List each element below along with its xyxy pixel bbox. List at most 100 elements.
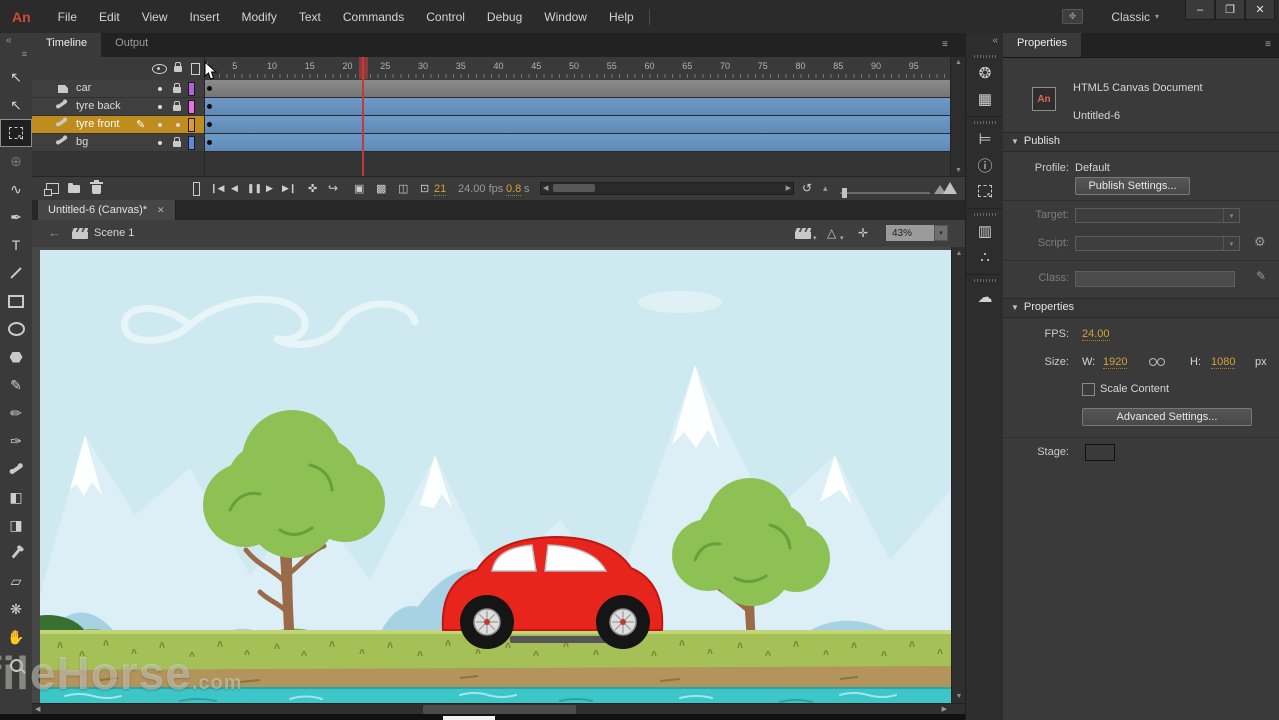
motion-presets-panel-icon[interactable]: ∴ <box>966 244 1004 270</box>
height-value[interactable]: 1080 <box>1211 356 1235 369</box>
layer-outline-color-swatch[interactable] <box>188 136 195 150</box>
modify-markers-icon[interactable]: ⊡ <box>420 182 429 195</box>
zoom-level-caret[interactable]: ▾ <box>934 225 948 241</box>
line-tool[interactable] <box>0 259 32 287</box>
menu-window[interactable]: Window <box>533 10 598 24</box>
loop-playback-icon[interactable]: ↪ <box>328 181 338 195</box>
properties-panel-menu-icon[interactable]: ≡ <box>1265 39 1271 50</box>
target-dropdown[interactable]: ▾ <box>1075 208 1240 223</box>
stage-scroll-thumb[interactable] <box>423 705 576 714</box>
rectangle-tool[interactable] <box>0 287 32 315</box>
dock-grip[interactable] <box>974 121 996 124</box>
dock-grip[interactable] <box>974 55 996 58</box>
paint-brush-tool[interactable]: ✑ <box>0 427 32 455</box>
center-stage-icon[interactable]: ✛ <box>858 226 868 240</box>
free-transform-tool[interactable] <box>0 119 32 147</box>
frame-size-slider-thumb[interactable] <box>842 188 847 198</box>
menu-insert[interactable]: Insert <box>179 10 231 24</box>
bone-tool[interactable] <box>0 455 32 483</box>
pencil-tool[interactable]: ✎ <box>0 371 32 399</box>
script-wrench-icon[interactable]: ⚙ <box>1254 234 1266 250</box>
layer-lock-icon[interactable] <box>173 141 181 147</box>
playhead-line[interactable] <box>362 57 364 176</box>
transform-panel-icon[interactable] <box>966 178 1004 204</box>
center-playhead-icon[interactable]: ✜ <box>308 182 317 195</box>
go-to-last-frame-button[interactable]: ▶❙ <box>282 183 296 194</box>
stage-color-swatch[interactable] <box>1085 444 1115 461</box>
edit-symbols-caret-icon[interactable]: ▾ <box>840 234 844 242</box>
paint-bucket-tool[interactable]: ◧ <box>0 483 32 511</box>
frame-span-tyre-back[interactable] <box>204 98 950 116</box>
layer-outline-color-swatch[interactable] <box>188 118 195 132</box>
width-value[interactable]: 1920 <box>1103 356 1127 369</box>
menu-debug[interactable]: Debug <box>476 10 533 24</box>
stage-scroll-left-icon[interactable]: ◀ <box>35 705 40 713</box>
library-panel-icon[interactable]: ▥ <box>966 218 1004 244</box>
tab-timeline[interactable]: Timeline <box>32 33 101 57</box>
3d-rotation-tool[interactable]: ⊕ <box>0 147 32 175</box>
edit-symbols-icon[interactable]: △ <box>827 226 836 240</box>
new-layer-button[interactable] <box>46 183 59 194</box>
class-input[interactable] <box>1075 271 1235 287</box>
go-to-first-frame-button[interactable]: ❙◀ <box>210 183 224 194</box>
layer-visibility-dot[interactable] <box>158 105 162 109</box>
oval-tool[interactable] <box>0 315 32 343</box>
selection-tool[interactable]: ↖ <box>0 63 32 91</box>
menu-text[interactable]: Text <box>288 10 332 24</box>
workspace-switcher-icon[interactable]: ✥ <box>1062 9 1084 24</box>
layer-lock-icon[interactable] <box>173 105 181 111</box>
onion-skin-outlines-icon[interactable]: ▩ <box>376 182 386 195</box>
layer-lock-dot[interactable] <box>176 123 180 127</box>
step-back-button[interactable]: ◀ <box>231 183 238 194</box>
script-dropdown[interactable]: ▾ <box>1075 236 1240 251</box>
edit-multiple-frames-icon[interactable]: ◫ <box>398 182 408 195</box>
frame-size-slider-track[interactable] <box>840 192 930 194</box>
current-frame-value[interactable]: 21 <box>434 183 446 196</box>
stage-canvas[interactable] <box>40 250 951 703</box>
document-name-value[interactable]: Untitled-6 <box>1073 110 1120 122</box>
edit-scene-icon[interactable] <box>795 228 811 239</box>
layer-lock-icon[interactable] <box>173 87 181 93</box>
tools-panel-menu-icon[interactable]: ≡ <box>0 49 32 63</box>
class-pencil-icon[interactable]: ✎ <box>1256 269 1266 283</box>
menu-edit[interactable]: Edit <box>88 10 131 24</box>
outline-all-layers-icon[interactable] <box>191 63 200 75</box>
eyedropper-tool[interactable] <box>0 539 32 567</box>
asset-warp-tool[interactable]: ❋ <box>0 595 32 623</box>
timeline-horizontal-scrollbar[interactable]: ◀ ▶ <box>540 182 794 195</box>
pause-button[interactable]: ❚❚ <box>247 183 262 194</box>
eraser-tool[interactable]: ▱ <box>0 567 32 595</box>
workspace-caret-icon[interactable]: ▾ <box>1155 12 1159 21</box>
edit-scene-caret-icon[interactable]: ▾ <box>813 234 817 242</box>
publish-settings-button[interactable]: Publish Settings... <box>1075 177 1190 195</box>
zoom-level-field[interactable]: 43% <box>886 225 940 241</box>
lasso-tool[interactable]: ∿ <box>0 175 32 203</box>
text-tool[interactable]: T <box>0 231 32 259</box>
scale-content-checkbox[interactable] <box>1082 383 1095 396</box>
scroll-down-icon[interactable]: ▼ <box>951 167 966 174</box>
tools-collapse-icon[interactable]: « <box>0 33 32 49</box>
frame-size-max-icon[interactable] <box>934 182 956 194</box>
tab-properties[interactable]: Properties <box>1003 33 1081 57</box>
target-caret-icon[interactable]: ▾ <box>1223 209 1239 222</box>
creative-cloud-icon[interactable]: ☁ <box>966 284 1004 310</box>
timeline-scroll-thumb[interactable] <box>553 184 595 192</box>
info-panel-icon[interactable]: ⓘ <box>966 152 1004 178</box>
stage-vertical-scrollbar[interactable]: ▲ ▼ <box>951 247 966 703</box>
menu-view[interactable]: View <box>131 10 179 24</box>
menu-help[interactable]: Help <box>598 10 645 24</box>
advanced-settings-button[interactable]: Advanced Settings... <box>1082 408 1252 426</box>
dock-grip[interactable] <box>974 213 996 216</box>
pen-tool[interactable]: ✒ <box>0 203 32 231</box>
ink-bottle-tool[interactable]: ◨ <box>0 511 32 539</box>
document-tab-close-icon[interactable]: ✕ <box>157 205 165 216</box>
layer-outline-color-swatch[interactable] <box>188 82 195 96</box>
script-caret-icon[interactable]: ▾ <box>1223 237 1239 250</box>
scroll-up-icon[interactable]: ▲ <box>951 59 966 66</box>
timeline-scroll-left-icon[interactable]: ◀ <box>543 184 548 192</box>
timeline-vertical-scrollbar[interactable]: ▲ ▼ <box>950 57 966 176</box>
menu-modify[interactable]: Modify <box>231 10 288 24</box>
align-panel-icon[interactable]: ⊨ <box>966 126 1004 152</box>
reset-timeline-zoom-icon[interactable]: ↺ <box>802 181 812 195</box>
stage-scroll-up-icon[interactable]: ▲ <box>952 250 966 257</box>
